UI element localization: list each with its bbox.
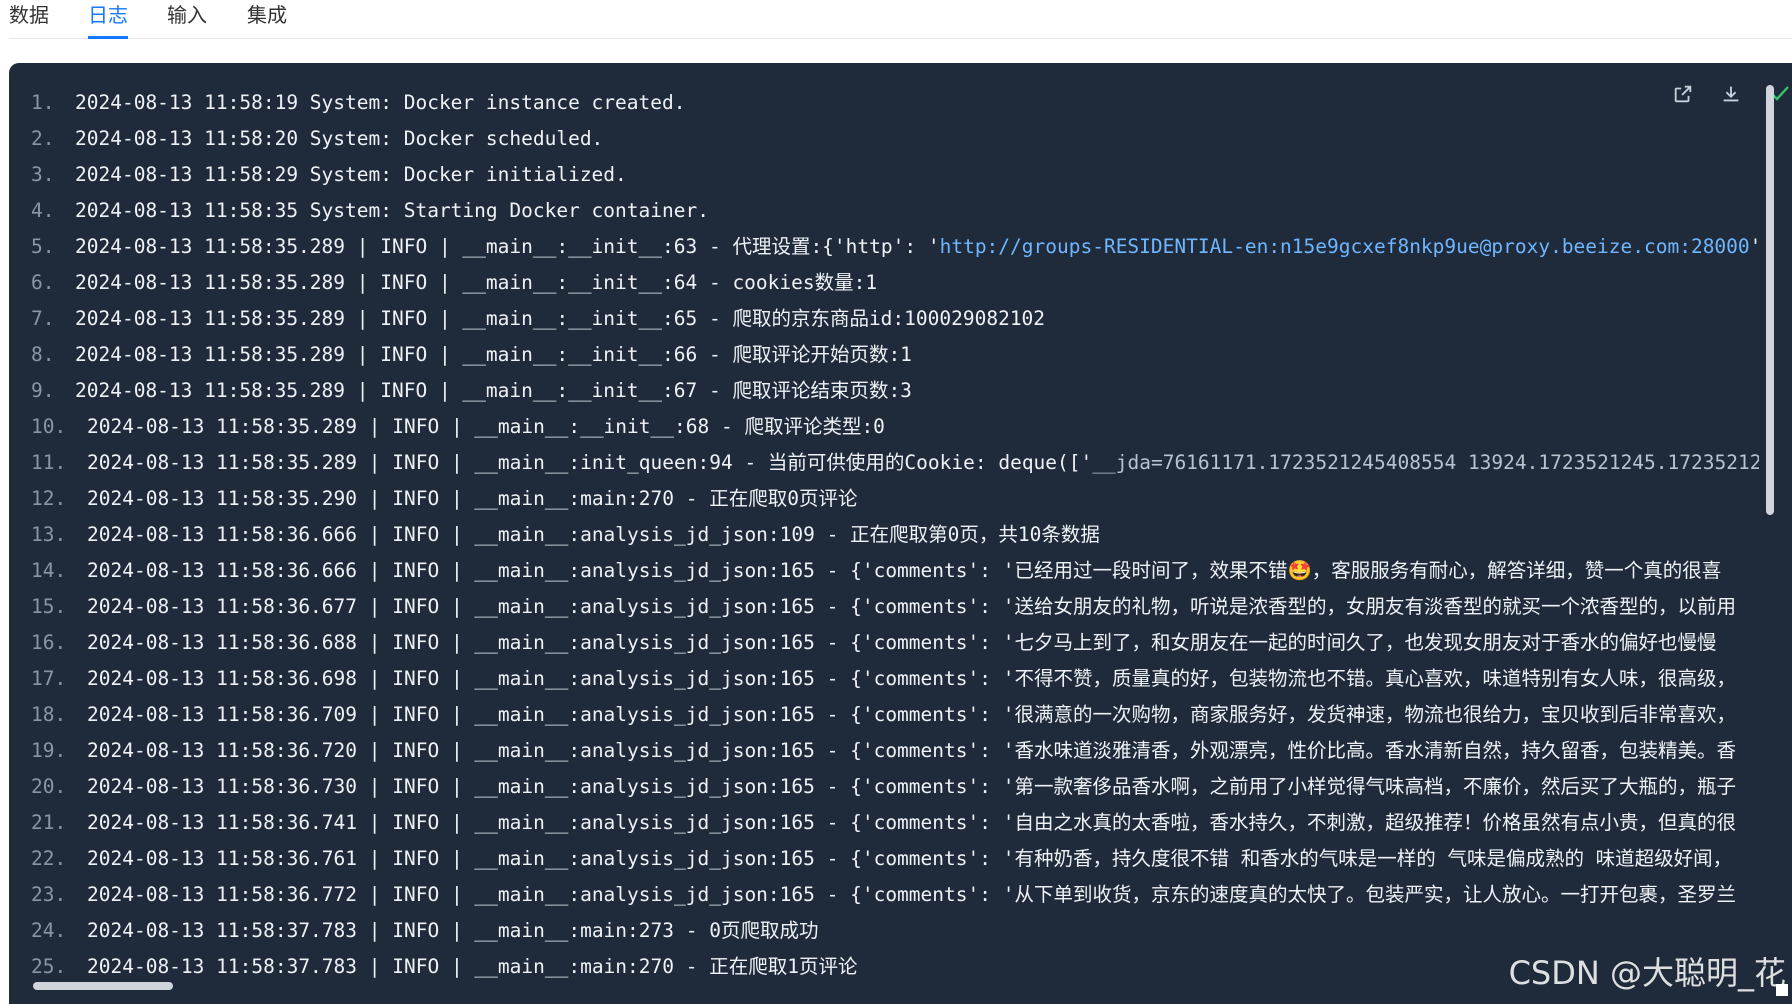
log-line: 14. 2024-08-13 11:58:36.666 | INFO | __ma… xyxy=(9,553,1759,589)
log-message: 2024-08-13 11:58:20 System: Docker sched… xyxy=(75,127,604,150)
horizontal-scrollbar[interactable] xyxy=(33,982,173,990)
log-message: 2024-08-13 11:58:36.730 | INFO | __main_… xyxy=(87,775,1736,798)
tab-input[interactable]: 输入 xyxy=(167,0,207,38)
log-message: 2024-08-13 11:58:29 System: Docker initi… xyxy=(75,163,627,186)
log-message: 2024-08-13 11:58:35.289 | INFO | __main_… xyxy=(87,415,885,438)
log-message: 2024-08-13 11:58:35.289 | INFO | __main_… xyxy=(75,235,940,258)
log-message: 2024-08-13 11:58:36.741 | INFO | __main_… xyxy=(87,811,1736,834)
log-message: 2024-08-13 11:58:36.720 | INFO | __main_… xyxy=(87,739,1736,762)
log-message: 2024-08-13 11:58:36.698 | INFO | __main_… xyxy=(87,667,1736,690)
line-number: 24. xyxy=(31,919,67,942)
line-number: 7. xyxy=(31,307,55,330)
log-line: 11. 2024-08-13 11:58:35.289 | INFO | __ma… xyxy=(9,445,1759,481)
log-message: 2024-08-13 11:58:36.688 | INFO | __main_… xyxy=(87,631,1717,654)
log-message: 2024-08-13 11:58:35.289 | INFO | __main_… xyxy=(75,307,1046,330)
log-line: 12. 2024-08-13 11:58:35.290 | INFO | __ma… xyxy=(9,481,1759,517)
log-panel: 1. 2024-08-13 11:58:19 System: Docker ins… xyxy=(9,63,1792,1004)
log-message: 2024-08-13 11:58:35.289 | INFO | __main_… xyxy=(75,271,878,294)
log-line: 7. 2024-08-13 11:58:35.289 | INFO | __mai… xyxy=(9,301,1759,337)
line-number: 22. xyxy=(31,847,67,870)
external-link-icon[interactable] xyxy=(1672,83,1696,107)
log-message: 2024-08-13 11:58:36.761 | INFO | __main_… xyxy=(87,847,1733,870)
log-line: 10. 2024-08-13 11:58:35.289 | INFO | __ma… xyxy=(9,409,1759,445)
line-number: 1. xyxy=(31,91,55,114)
log-message: 2024-08-13 11:58:19 System: Docker insta… xyxy=(75,91,686,114)
tab-logs[interactable]: 日志 xyxy=(88,0,128,39)
log-message: 2024-08-13 11:58:35 System: Starting Doc… xyxy=(75,199,709,222)
line-number: 12. xyxy=(31,487,67,510)
line-number: 2. xyxy=(31,127,55,150)
log-line: 17. 2024-08-13 11:58:36.698 | INFO | __ma… xyxy=(9,661,1759,697)
log-line: 18. 2024-08-13 11:58:36.709 | INFO | __ma… xyxy=(9,697,1759,733)
tab-integration[interactable]: 集成 xyxy=(247,0,287,38)
line-number: 25. xyxy=(31,955,67,978)
log-line: 13. 2024-08-13 11:58:36.666 | INFO | __ma… xyxy=(9,517,1759,553)
log-tail: ', xyxy=(1750,235,1759,258)
line-number: 17. xyxy=(31,667,67,690)
log-line: 23. 2024-08-13 11:58:36.772 | INFO | __ma… xyxy=(9,877,1759,913)
log-line: 9. 2024-08-13 11:58:35.289 | INFO | __mai… xyxy=(9,373,1759,409)
log-line: 15. 2024-08-13 11:58:36.677 | INFO | __ma… xyxy=(9,589,1759,625)
line-number: 4. xyxy=(31,199,55,222)
line-number: 15. xyxy=(31,595,67,618)
line-number: 13. xyxy=(31,523,67,546)
vertical-scrollbar[interactable] xyxy=(1766,85,1774,515)
log-line: 5. 2024-08-13 11:58:35.289 | INFO | __mai… xyxy=(9,229,1759,265)
line-number: 14. xyxy=(31,559,67,582)
download-icon[interactable] xyxy=(1720,83,1744,107)
line-number: 11. xyxy=(31,451,67,474)
log-line: 22. 2024-08-13 11:58:36.761 | INFO | __ma… xyxy=(9,841,1759,877)
log-line: 25. 2024-08-13 11:58:37.783 | INFO | __ma… xyxy=(9,949,1759,985)
log-viewer: 1. 2024-08-13 11:58:19 System: Docker ins… xyxy=(9,85,1759,1004)
line-number: 8. xyxy=(31,343,55,366)
resize-handle xyxy=(1776,984,1788,996)
tab-bar: 数据 日志 输入 集成 xyxy=(9,0,1792,39)
line-number: 9. xyxy=(31,379,55,402)
line-number: 6. xyxy=(31,271,55,294)
line-number: 21. xyxy=(31,811,67,834)
line-number: 10. xyxy=(31,415,67,438)
log-line: 19. 2024-08-13 11:58:36.720 | INFO | __ma… xyxy=(9,733,1759,769)
line-number: 19. xyxy=(31,739,67,762)
watermark: CSDN @大聪明_花 xyxy=(1508,954,1786,992)
log-message: 2024-08-13 11:58:36.677 | INFO | __main_… xyxy=(87,595,1736,618)
log-message: 2024-08-13 11:58:37.783 | INFO | __main_… xyxy=(87,955,858,978)
log-line: 4. 2024-08-13 11:58:35 System: Starting D… xyxy=(9,193,1759,229)
log-line: 20. 2024-08-13 11:58:36.730 | INFO | __ma… xyxy=(9,769,1759,805)
line-number: 5. xyxy=(31,235,55,258)
line-number: 3. xyxy=(31,163,55,186)
log-line: 8. 2024-08-13 11:58:35.289 | INFO | __mai… xyxy=(9,337,1759,373)
log-message: 2024-08-13 11:58:36.772 | INFO | __main_… xyxy=(87,883,1736,906)
log-message: 2024-08-13 11:58:36.709 | INFO | __main_… xyxy=(87,703,1736,726)
line-number: 18. xyxy=(31,703,67,726)
line-number: 16. xyxy=(31,631,67,654)
log-message: 2024-08-13 11:58:36.666 | INFO | __main_… xyxy=(87,559,1722,582)
log-message: 2024-08-13 11:58:35.289 | INFO | __main_… xyxy=(87,451,1093,474)
log-line: 2. 2024-08-13 11:58:20 System: Docker sch… xyxy=(9,121,1759,157)
log-line: 24. 2024-08-13 11:58:37.783 | INFO | __ma… xyxy=(9,913,1759,949)
log-line: 3. 2024-08-13 11:58:29 System: Docker ini… xyxy=(9,157,1759,193)
log-message: 2024-08-13 11:58:37.783 | INFO | __main_… xyxy=(87,919,819,942)
log-line: 16. 2024-08-13 11:58:36.688 | INFO | __ma… xyxy=(9,625,1759,661)
log-message: 2024-08-13 11:58:36.666 | INFO | __main_… xyxy=(87,523,1100,546)
log-line: 6. 2024-08-13 11:58:35.289 | INFO | __mai… xyxy=(9,265,1759,301)
log-message: 2024-08-13 11:58:35.289 | INFO | __main_… xyxy=(75,379,912,402)
line-number: 23. xyxy=(31,883,67,906)
log-link[interactable]: http://groups-RESIDENTIAL-en:n15e9gcxef8… xyxy=(940,235,1750,258)
log-line: 21. 2024-08-13 11:58:36.741 | INFO | __ma… xyxy=(9,805,1759,841)
tab-data[interactable]: 数据 xyxy=(9,0,49,38)
log-message: 2024-08-13 11:58:35.289 | INFO | __main_… xyxy=(75,343,912,366)
log-message: 2024-08-13 11:58:35.290 | INFO | __main_… xyxy=(87,487,858,510)
log-string: __jda=76161171.1723521245408554 13924.17… xyxy=(1092,451,1759,474)
log-line: 1. 2024-08-13 11:58:19 System: Docker ins… xyxy=(9,85,1759,121)
line-number: 20. xyxy=(31,775,67,798)
